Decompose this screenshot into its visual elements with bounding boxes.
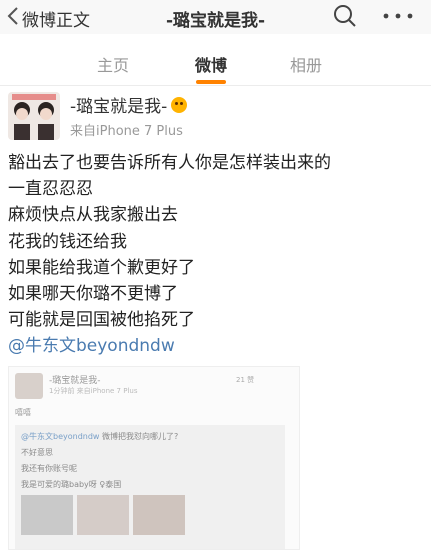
active-tab-indicator xyxy=(196,80,226,84)
search-icon[interactable] xyxy=(333,4,357,28)
embedded-source: 1分钟前 来自iPhone 7 Plus xyxy=(49,387,138,395)
post-source: 来自iPhone 7 Plus xyxy=(70,124,183,139)
post-line: 豁出去了也要告诉所有人你是怎样装出来的 xyxy=(8,153,331,173)
chevron-left-icon[interactable] xyxy=(6,6,20,26)
post-line: 可能就是回国被他掐死了 xyxy=(8,310,195,331)
profile-tabs: 主页 微博 相册 xyxy=(0,38,431,84)
post-author[interactable]: -璐宝就是我- xyxy=(70,92,188,117)
embedded-repost: @牛东文beyondndw 微博把我怼向哪儿了? 不好意思 我还有你账号呢 我是… xyxy=(15,425,285,549)
tab-album[interactable]: 相册 xyxy=(290,52,322,76)
embedded-likes: 21 赞 xyxy=(236,376,255,384)
repost-mention: @牛东文beyondndw xyxy=(21,432,100,441)
avatar-image xyxy=(8,92,60,140)
tab-weibo[interactable]: 微博 xyxy=(195,52,227,76)
tab-home[interactable]: 主页 xyxy=(97,52,129,76)
repost-thumbnail xyxy=(21,495,73,535)
page-title: -璐宝就是我- xyxy=(165,11,266,31)
repost-line: 不好意思 xyxy=(21,448,53,457)
post-line: 一直忍忍忍 xyxy=(8,179,93,200)
repost-thumbnail xyxy=(133,495,185,535)
embedded-avatar xyxy=(15,373,43,399)
embedded-author: -璐宝就是我- xyxy=(49,376,101,386)
tabs-divider xyxy=(0,85,431,86)
navigation-bar: 微博正文 -璐宝就是我- xyxy=(0,0,431,34)
repost-line: 我还有你账号呢 xyxy=(21,464,77,473)
repost-line: 我是可爱的璐baby呀 ♀泰国 xyxy=(21,480,122,489)
mention-link[interactable]: @牛东文beyondndw xyxy=(8,333,426,359)
grinning-emoji-icon xyxy=(171,96,188,113)
post-image[interactable]: -璐宝就是我- 1分钟前 来自iPhone 7 Plus 21 赞 嘻嘻 @牛东… xyxy=(8,366,300,550)
more-icon[interactable] xyxy=(380,6,416,26)
post-line: 麻烦快点从我家搬出去 xyxy=(8,205,178,226)
post-content: 豁出去了也要告诉所有人你是怎样装出来的 一直忍忍忍 麻烦快点从我家搬出去 花我的… xyxy=(8,150,426,360)
repost-line: @牛东文beyondndw 微博把我怼向哪儿了? xyxy=(21,431,178,442)
post-line: 如果哪天你璐不更博了 xyxy=(8,284,178,305)
avatar[interactable] xyxy=(8,92,60,140)
post-line: 如果能给我道个歉更好了 xyxy=(8,257,195,278)
embedded-text: 嘻嘻 xyxy=(15,408,31,417)
author-name[interactable]: -璐宝就是我- xyxy=(70,92,167,117)
repost-thumbnail xyxy=(77,495,129,535)
back-button[interactable]: 微博正文 xyxy=(22,6,90,31)
post-line: 花我的钱还给我 xyxy=(8,231,127,252)
repost-text: 微博把我怼向哪儿了? xyxy=(102,432,179,441)
